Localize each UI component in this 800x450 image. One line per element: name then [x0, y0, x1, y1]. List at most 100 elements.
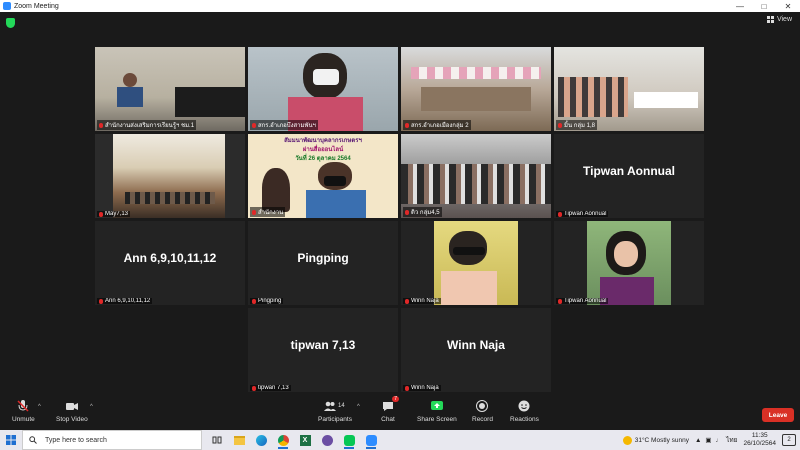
chrome-browser-icon[interactable]: [272, 430, 294, 450]
participant-display-name: Winn Naja: [447, 338, 505, 352]
face-image: [614, 241, 638, 267]
share-screen-icon: [430, 401, 443, 410]
sun-icon: [622, 435, 632, 445]
video-tile[interactable]: Tipwan Aonnual: [554, 221, 704, 305]
search-icon: [29, 436, 37, 444]
participant-name-label: Ann 6,9,10,11,12: [97, 298, 153, 304]
chat-unread-badge: 7: [392, 396, 399, 402]
video-camera-icon: [65, 403, 78, 410]
minimize-icon[interactable]: —: [728, 0, 752, 12]
participant-name-label: มิ้น กลุ่ม 1,8: [556, 120, 597, 130]
person-image: [123, 73, 137, 87]
line-app-icon[interactable]: [338, 430, 360, 450]
video-tile[interactable]: สกร.อำเภอเมืองกลุ่ม 2: [401, 47, 551, 131]
clock[interactable]: 11:35 26/10/2564: [743, 432, 776, 448]
leave-button[interactable]: Leave: [762, 408, 794, 422]
security-shield-icon[interactable]: [6, 18, 15, 28]
video-options-caret-icon[interactable]: ^: [90, 404, 93, 410]
chat-icon: 7: [381, 396, 399, 413]
audience-image: [401, 164, 551, 204]
hall-image: [113, 134, 225, 218]
participant-name-label: Winn Naja: [403, 298, 441, 304]
face-mask-image: [313, 69, 339, 85]
face-mask-image: [324, 176, 346, 186]
participant-name-label: tipwan 7,13: [250, 385, 291, 391]
windows-start-button[interactable]: [0, 430, 22, 450]
mic-muted-icon: [99, 122, 103, 128]
video-tile-active-speaker[interactable]: สัมมนาพัฒนาบุคลากรเกษตรฯ ผ่านสื่อออนไลน์…: [248, 134, 398, 218]
view-label: View: [776, 16, 792, 23]
app-icon[interactable]: [316, 430, 338, 450]
mic-muted-icon: [252, 385, 256, 391]
volume-icon[interactable]: ♩: [716, 437, 723, 444]
video-tile[interactable]: tipwan 7,13 tipwan 7,13: [248, 308, 398, 392]
record-button[interactable]: Record: [472, 399, 493, 423]
maximize-icon[interactable]: □: [752, 0, 776, 12]
participant-display-name: tipwan 7,13: [290, 338, 356, 352]
participants-count: 14: [337, 403, 345, 409]
audio-options-caret-icon[interactable]: ^: [38, 404, 41, 410]
share-screen-button[interactable]: Share Screen: [417, 399, 457, 423]
windows-logo-icon: [6, 435, 16, 445]
zoom-app-icon[interactable]: [360, 430, 382, 450]
edge-browser-icon[interactable]: [250, 430, 272, 450]
mic-muted-icon: [558, 122, 562, 128]
mic-muted-icon: [252, 298, 256, 304]
banner-image: สัมมนาพัฒนาบุคลากรเกษตรฯ ผ่านสื่อออนไลน์…: [284, 138, 362, 162]
weather-widget[interactable]: 31°C Mostly sunny: [622, 435, 689, 445]
input-language[interactable]: ไทย: [726, 435, 737, 445]
video-tile[interactable]: ดิว กลุ่ม4,5: [401, 134, 551, 218]
participant-name-label: สกร.อำเภอเมืองกลุ่ม 2: [403, 120, 471, 130]
reactions-button[interactable]: Reactions: [510, 399, 539, 423]
window-title: Zoom Meeting: [14, 2, 59, 10]
video-tile[interactable]: Tipwan Aonnual Tipwan Aonnual: [554, 134, 704, 218]
mic-muted-icon: [405, 122, 409, 128]
mic-muted-icon: [17, 400, 29, 412]
mic-muted-icon: [99, 298, 103, 304]
participant-display-name: Pingping: [297, 251, 349, 265]
person-image: [117, 87, 143, 107]
zoom-logo-icon: [3, 2, 11, 10]
file-explorer-icon[interactable]: [228, 430, 250, 450]
smiley-icon: [518, 400, 530, 412]
close-icon[interactable]: ✕: [776, 0, 800, 12]
participants-button[interactable]: 14 Participants: [318, 399, 352, 423]
clock-date: 26/10/2564: [743, 440, 776, 447]
mic-muted-icon: [558, 298, 562, 304]
video-tile[interactable]: Winn Naja: [401, 221, 551, 305]
video-tile[interactable]: Ann 6,9,10,11,12 Ann 6,9,10,11,12: [95, 221, 245, 305]
audience-image: [411, 67, 541, 79]
task-view-icon[interactable]: [206, 430, 228, 450]
participants-icon: 14: [323, 399, 346, 413]
participant-name-label: สำนักงาน: [250, 207, 286, 217]
chat-button[interactable]: 7 Chat: [381, 396, 399, 423]
clock-time: 11:35: [751, 432, 768, 439]
record-icon: [476, 400, 489, 412]
participant-name-label: May7,13: [97, 211, 131, 217]
participant-name-label: ดิว กลุ่ม4,5: [403, 207, 442, 217]
people-icon[interactable]: ▲: [695, 437, 701, 444]
stop-video-button[interactable]: Stop Video: [56, 399, 88, 423]
video-tile[interactable]: Pingping Pingping: [248, 221, 398, 305]
mic-muted-icon: [405, 298, 409, 304]
notification-center-icon[interactable]: 2: [782, 434, 796, 446]
view-button[interactable]: View: [766, 16, 792, 23]
mic-muted-icon: [99, 211, 103, 217]
participants-caret-icon[interactable]: ^: [357, 404, 360, 410]
unmute-button[interactable]: Unmute: [12, 399, 35, 423]
excel-icon[interactable]: X: [294, 430, 316, 450]
participant-name-label: Tipwan Aonnual: [556, 211, 609, 217]
video-tile[interactable]: สำนักงานส่งเสริมการเรียนรู้ฯ ชม.1: [95, 47, 245, 131]
taskbar-search-box[interactable]: Type here to search: [22, 430, 202, 450]
window-titlebar: Zoom Meeting — □ ✕: [0, 0, 800, 12]
video-tile[interactable]: Winn Naja Winn Naja: [401, 308, 551, 392]
network-icon[interactable]: ▣: [705, 436, 711, 444]
video-tile[interactable]: May7,13: [95, 134, 245, 218]
video-tile[interactable]: มิ้น กลุ่ม 1,8: [554, 47, 704, 131]
notification-count: 2: [787, 437, 791, 443]
person-image: [306, 190, 366, 218]
video-tile[interactable]: สกร.อำเภอบึงสามพันฯ: [248, 47, 398, 131]
weather-text: 31°C Mostly sunny: [634, 436, 689, 444]
participant-display-name: Tipwan Aonnual: [583, 164, 675, 178]
mic-muted-icon: [405, 209, 409, 215]
